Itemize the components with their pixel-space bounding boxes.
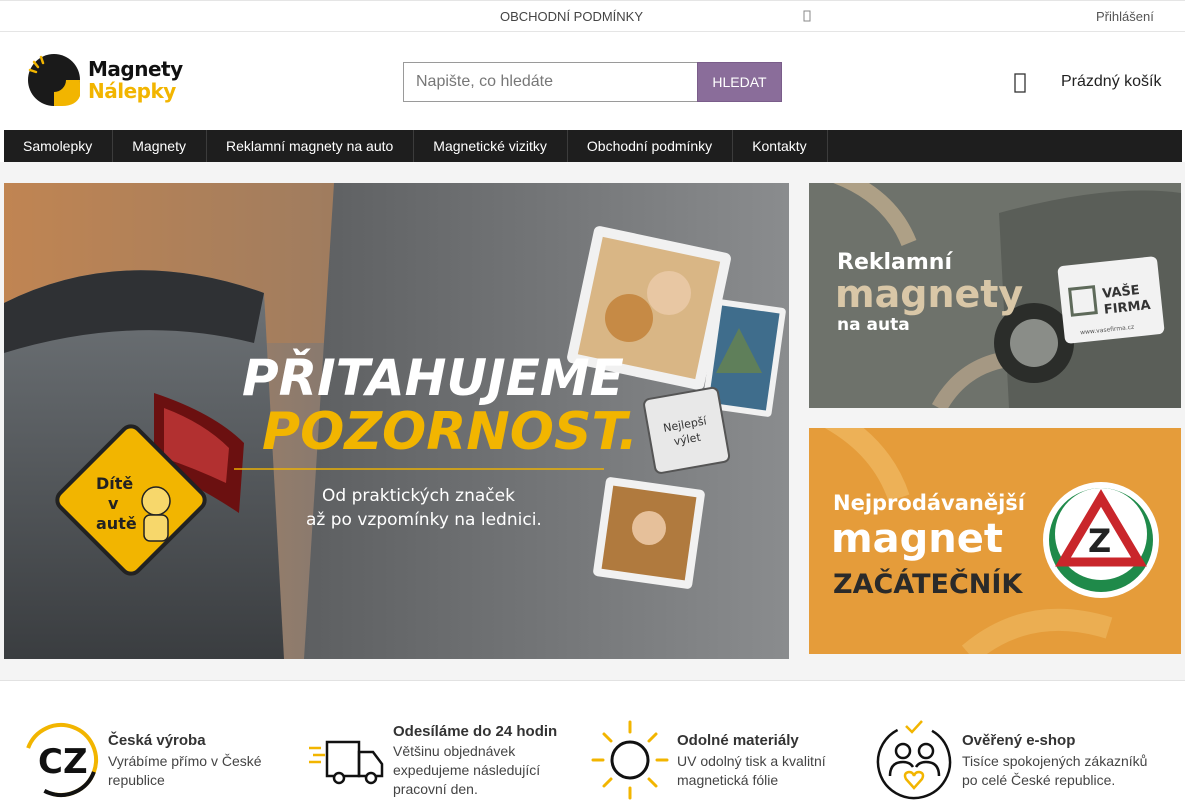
feature-text: UV odolný tisk a kvalitní magnetická fól… (677, 753, 826, 788)
cz-badge-text: CZ (38, 742, 88, 782)
feature-text: Vyrábíme přímo v České republice (108, 753, 262, 788)
magnet-logo-icon (28, 54, 80, 106)
sign-text-1: Dítě (96, 474, 133, 493)
hero-headline-2: POZORNOST. (262, 402, 638, 462)
feature-durable-materials: Odolné materiály UV odolný tisk a kvalit… (591, 718, 861, 800)
feature-fast-shipping: Odesíláme do 24 hodin Většinu objednávek… (307, 718, 577, 800)
nav-item-magneticke-vizitky[interactable]: Magnetické vizitky (414, 130, 568, 162)
cz-badge-icon: CZ (24, 723, 98, 797)
delivery-truck-icon (309, 740, 384, 785)
banner2-line-1: Nejprodávanější (833, 491, 1027, 515)
banner2-line-2: magnet (831, 516, 1003, 562)
logo-line-2: Nálepky (88, 79, 176, 103)
sign-text-2: v (108, 494, 119, 513)
section-divider (0, 680, 1185, 681)
hero-illustration: Dítě v autě Nejlepší výlet PŘITAHUJEME P… (4, 183, 789, 659)
banner-car-magnets[interactable]: VAŠE FIRMA www.vasefirma.cz Reklamní mag… (809, 183, 1181, 408)
search-button[interactable]: HLEDAT (697, 62, 782, 102)
nav-item-samolepky[interactable]: Samolepky (4, 130, 114, 162)
user-icon[interactable] (803, 10, 811, 22)
nav-item-reklamni-magnety[interactable]: Reklamní magnety na auto (207, 130, 415, 162)
banner1-line-2: magnety (835, 272, 1023, 316)
top-terms-link[interactable]: OBCHODNÍ PODMÍNKY (500, 9, 643, 24)
feature-czech-production: CZ Česká výroba Vyrábíme přímo v České r… (22, 718, 292, 800)
happy-customers-icon (876, 720, 952, 800)
feature-text: Tisíce spokojených zákazníků po celé Čes… (962, 753, 1148, 788)
search-form: HLEDAT (403, 62, 782, 102)
logo-wordmark: Magnety Nálepky (88, 58, 183, 102)
feature-title: Ověřený e-shop (962, 732, 1076, 749)
search-input[interactable] (403, 62, 697, 102)
main-navigation: Samolepky Magnety Reklamní magnety na au… (4, 130, 1182, 162)
photo-magnet-boy (593, 477, 705, 589)
badge-letter: Z (1088, 522, 1111, 560)
sign-text-3: autě (96, 514, 137, 533)
banner1-line-3: na auta (837, 315, 910, 335)
hero-subline-2: až po vzpomínky na lednici. (306, 510, 542, 530)
feature-title: Odolné materiály (677, 732, 799, 749)
feature-text: Většinu objednávek expedujeme následujíc… (393, 743, 541, 797)
feature-verified-eshop: Ověřený e-shop Tisíce spokojených zákazn… (876, 718, 1147, 800)
banner-car-magnets-graphic: VAŠE FIRMA www.vasefirma.cz Reklamní mag… (809, 183, 1181, 408)
top-bar: OBCHODNÍ PODMÍNKY Přihlášení (0, 0, 1185, 32)
sun-icon (591, 720, 669, 800)
nav-item-magnety[interactable]: Magnety (113, 130, 207, 162)
feature-title: Česká výroba (108, 732, 206, 749)
hero-subline-1: Od praktických značek (322, 486, 515, 506)
cart-link[interactable]: Prázdný košík (1061, 73, 1161, 91)
login-link[interactable]: Přihlášení (1096, 9, 1154, 24)
site-logo[interactable]: Magnety Nálepky (26, 52, 196, 108)
note-magnet: Nejlepší výlet (643, 386, 731, 474)
banner-beginner-graphic: Z Nejprodávanější magnet ZAČÁTEČNÍK (809, 428, 1181, 654)
feature-title: Odesíláme do 24 hodin (393, 723, 558, 740)
hero-headline-1: PŘITAHUJEME (242, 348, 624, 407)
nav-item-kontakty[interactable]: Kontakty (733, 130, 828, 162)
logo-line-1: Magnety (88, 57, 183, 81)
hero-banner[interactable]: Dítě v autě Nejlepší výlet PŘITAHUJEME P… (4, 183, 789, 659)
cart-icon[interactable] (1014, 73, 1026, 93)
banner-beginner-magnet[interactable]: Z Nejprodávanější magnet ZAČÁTEČNÍK (809, 428, 1181, 654)
banner2-line-3: ZAČÁTEČNÍK (833, 568, 1023, 600)
nav-item-obchodni-podminky[interactable]: Obchodní podmínky (568, 130, 734, 162)
